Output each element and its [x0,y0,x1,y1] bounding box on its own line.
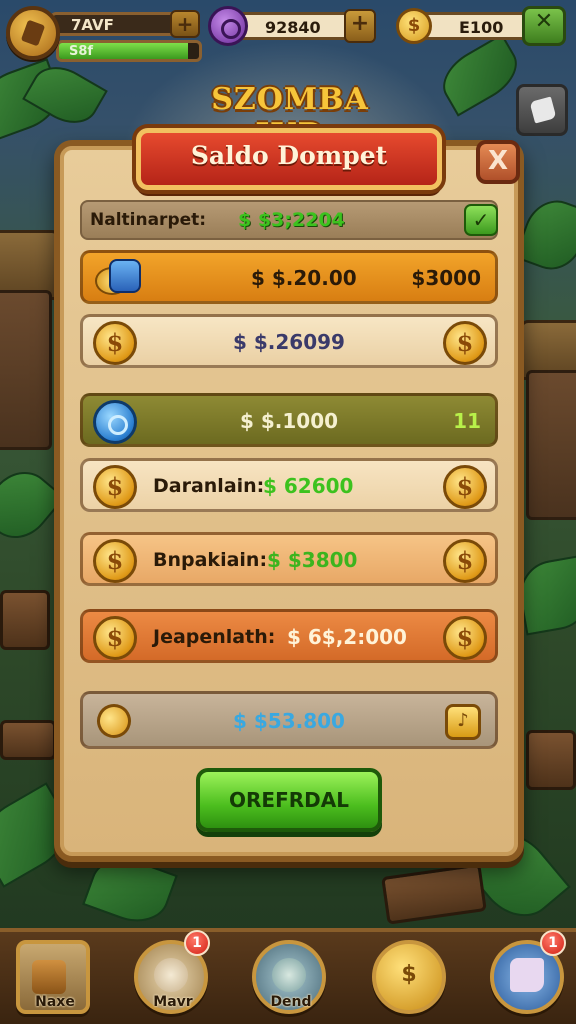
row-label: Jeapenlath: [153,626,276,648]
gold-coin-icon: $ [93,465,137,509]
game-logo: SZOMBA IUD [211,82,369,152]
wallet-row[interactable]: $ Daranlain: $ 62600 $ [80,458,498,512]
wallet-row[interactable]: $ $.1000 11 [80,393,498,447]
log [526,730,576,790]
summary-confirm-button[interactable]: ✓ [464,204,498,236]
gems-value: 92840 [265,18,321,37]
summary-bar: Naltinarpet: $ $3;2204 ✓ [80,200,498,240]
left-hut [0,290,52,450]
nav-label: Dend [270,994,312,1010]
character-icon [154,958,188,992]
gold-coin-icon: $ [93,539,137,583]
log [381,863,487,925]
settings-button[interactable]: ✕ [522,6,566,46]
coin-icon: $ [396,8,432,44]
gems-plus-button[interactable]: + [344,9,376,43]
gold-coin-icon: $ [93,616,137,660]
coin-stack-icon [95,257,145,299]
notification-badge: 1 [540,930,566,956]
nav-label: Naxe [35,994,75,1010]
player-emblem-icon[interactable] [6,6,60,60]
coins-counter[interactable]: E100 $ ✕ [396,6,570,46]
wallet-row[interactable]: $ $53.800 ♪ [80,691,498,749]
pet-icon [272,958,306,992]
wallet-row[interactable]: $ Bnpakiain: $ $3800 $ [80,532,498,586]
nav-item-character[interactable]: 1 Mavr [128,930,212,1020]
ticket-icon: ♪ [445,704,481,740]
nav-label: Mavr [153,994,193,1010]
wallet-row[interactable]: $ Jeapenlath: $ 6$,2:000 $ [80,609,498,663]
nav-item-map[interactable]: 1 [484,930,568,1020]
crate [0,590,50,650]
nav-item-shop[interactable]: $ [366,936,450,1020]
house-icon [32,960,66,994]
coins-bar: E100 [420,12,530,40]
summary-value: $ $3;2204 [238,209,345,231]
row-value: $ $.1000 [239,409,339,433]
notification-badge: 1 [184,930,210,956]
map-side-button[interactable] [516,84,568,136]
row-value: $ $.20.00 [251,266,357,290]
dialog-title: Saldo Dompet [190,141,388,170]
confirm-button[interactable]: OREFRDAL [196,768,382,832]
log [0,720,56,760]
row-value-right: $3000 [411,266,481,290]
row-value-right: 11 [453,409,481,433]
gold-coin-icon: $ [443,465,487,509]
close-button[interactable]: X [476,140,520,184]
gold-coin-icon: $ [443,321,487,365]
row-value: $ 6$,2:000 [287,625,407,649]
row-value: $ $.26099 [233,330,345,354]
row-value: $ $53.800 [233,709,345,733]
coins-value: E100 [459,18,504,37]
coin-shop-icon: $ [401,962,417,987]
xp-bar: S8f [56,40,202,62]
nav-item-home[interactable]: Naxe [10,936,94,1020]
row-label: Daranlain: [153,475,265,497]
level-plus-button[interactable]: + [170,10,200,38]
row-value: $ $3800 [267,548,358,572]
wallet-row[interactable]: $ $.20.00 $3000 [80,250,498,304]
gold-coin-icon: $ [443,539,487,583]
wallet-row[interactable]: $ $ $.26099 $ [80,314,498,368]
xp-text: S8f [69,44,94,59]
row-value: $ 62600 [263,474,354,498]
gems-counter[interactable]: 92840 + [208,6,378,46]
gem-icon [208,6,248,46]
map-icon [510,958,544,992]
gems-bar: 92840 [238,12,358,40]
summary-label: Naltinarpet: [90,210,207,230]
level-text: 7AVF [71,16,114,34]
dialog-title-banner: Saldo Dompet [136,128,442,190]
bottom-nav: Naxe 1 Mavr Dend $ 1 [0,928,576,1024]
right-hut [526,370,576,520]
row-label: Bnpakiain: [153,549,268,571]
player-level-hud[interactable]: 7AVF + S8f [6,4,202,62]
gold-coin-icon: $ [443,616,487,660]
nav-item-pets[interactable]: Dend [246,936,330,1020]
